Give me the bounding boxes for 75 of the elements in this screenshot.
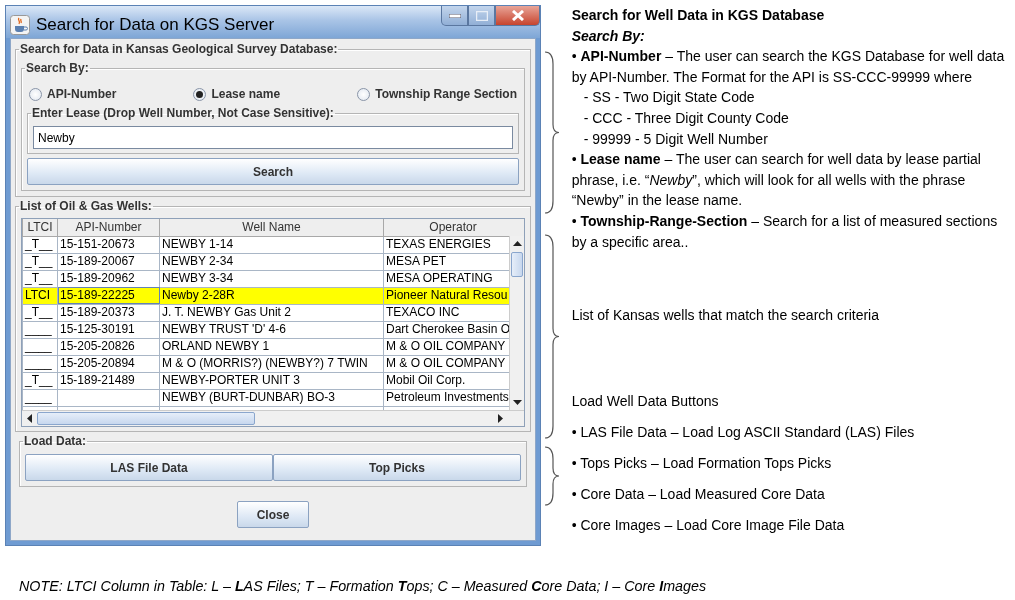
table-cell: NEWBY-PORTER UNIT 3 <box>159 372 384 389</box>
window-title: Search for Data on KGS Server <box>36 14 275 36</box>
note-text: NOTE: LTCI Column in Table: L – LAS Files; T – Formation Tops; C – Measured Core Data; I – Core Images <box>19 577 708 596</box>
column-header: Operator <box>383 219 510 236</box>
minimize-button[interactable] <box>441 6 468 26</box>
vertical-scrollbar[interactable] <box>509 236 524 410</box>
radio-option[interactable]: Lease name <box>193 85 281 103</box>
table-cell: NEWBY (BURT-DUNBAR) BO-3 <box>159 389 384 406</box>
table-cell: 15-151-20673 <box>57 236 160 253</box>
help-subheading: Search By: <box>571 26 646 46</box>
help-text: • LAS File Data – Load Log ASCII Standard (LAS) Files <box>571 422 916 442</box>
table-cell: 15-189-21489 <box>57 372 160 389</box>
table-cell: 15-125-30191 <box>57 321 160 338</box>
lease-input-field[interactable]: Newby <box>33 126 513 149</box>
table-cell: ORLAND NEWBY 1 <box>159 338 384 355</box>
table-cell: _T__ <box>22 236 58 253</box>
help-text: • API-Number – The user can search the KGS Database for well data by API-Number. The Format for the API is SS-CCC-99999 where <box>571 47 1006 87</box>
scrollbar-thumb[interactable] <box>37 412 255 425</box>
column-header: Well Name <box>159 219 384 236</box>
table-cell: ____ <box>22 321 58 338</box>
help-text: • Lease name – The user can search for well data by lease partial phrase, i.e. “Newby”, which will look for all wells with the phrase “Newby” in the lease name. <box>571 150 982 211</box>
help-heading: Load Well Data Buttons <box>571 391 720 411</box>
table-cell: ____ <box>22 389 58 406</box>
scrollbar-thumb[interactable] <box>511 252 523 277</box>
right-arrow-icon <box>498 414 503 423</box>
up-arrow-icon <box>512 241 522 246</box>
table-cell: _T__ <box>22 270 58 287</box>
table-cell: _T__ <box>22 304 58 321</box>
help-text: • Core Images – Load Core Image File Data <box>571 516 846 536</box>
table-cell: 15-205-20894 <box>57 355 160 372</box>
table-cell: NEWBY 2-34 <box>159 253 384 270</box>
load-data-button[interactable]: LAS File Data <box>25 454 273 481</box>
help-text: List of Kansas wells that match the search criteria <box>571 306 880 326</box>
help-text: - 99999 - 5 Digit Well Number <box>582 129 769 149</box>
load-data-button[interactable]: Top Picks <box>273 454 521 481</box>
table-cell: 15-189-22225 <box>57 287 160 304</box>
help-text: - SS - Two Digit State Code <box>582 88 756 108</box>
radio-option[interactable]: Township Range Section <box>357 85 517 103</box>
column-header: API-Number <box>57 219 160 236</box>
group-title: Search By: <box>25 62 90 75</box>
maximize-button[interactable] <box>468 6 495 26</box>
help-text: - CCC - Three Digit County Code <box>582 108 790 128</box>
panel-title: Search for Data in Kansas Geological Survey Database: <box>19 43 339 56</box>
radio-option[interactable]: API-Number <box>29 85 117 103</box>
close-button[interactable]: Close <box>237 501 309 528</box>
group-title: Enter Lease (Drop Well Number, Not Case Sensitive): <box>31 107 335 120</box>
table-cell: NEWBY 1-14 <box>159 236 384 253</box>
table-cell: 15-189-20373 <box>57 304 160 321</box>
table-cell: M & O (MORRIS?) (NEWBY?) 7 TWIN <box>159 355 384 372</box>
close-window-button[interactable] <box>495 6 540 26</box>
panel-title: Load Data: <box>23 435 87 448</box>
help-text: • Tops Picks – Load Formation Tops Picks <box>571 453 833 473</box>
table-cell: ____ <box>22 355 58 372</box>
help-text: • Core Data – Load Measured Core Data <box>571 485 826 504</box>
table-cell: ____ <box>22 338 58 355</box>
left-arrow-icon <box>27 414 32 423</box>
column-header: LTCI <box>22 219 58 236</box>
close-icon <box>510 10 525 21</box>
table-cell: NEWBY 3-34 <box>159 270 384 287</box>
table-cell: _T__ <box>22 372 58 389</box>
table-cell: _T__ <box>22 253 58 270</box>
table-cell: 15-189-20067 <box>57 253 160 270</box>
help-heading: Search for Well Data in KGS Database <box>571 6 826 25</box>
java-cup-icon <box>10 14 30 35</box>
minimize-icon <box>448 13 461 18</box>
horizontal-scrollbar[interactable] <box>22 410 524 426</box>
panel-title: List of Oil & Gas Wells: <box>19 200 153 213</box>
maximize-icon <box>475 10 488 21</box>
curly-brace <box>544 446 560 506</box>
table-cell: NEWBY TRUST 'D' 4-6 <box>159 321 384 338</box>
down-arrow-icon <box>512 400 522 405</box>
table-cell: J. T. NEWBY Gas Unit 2 <box>159 304 384 321</box>
help-text: • Township-Range-Section – Search for a list of measured sections by a specific area.. <box>571 211 999 252</box>
table-cell: 15-205-20826 <box>57 338 160 355</box>
search-button[interactable]: Search <box>27 158 519 185</box>
